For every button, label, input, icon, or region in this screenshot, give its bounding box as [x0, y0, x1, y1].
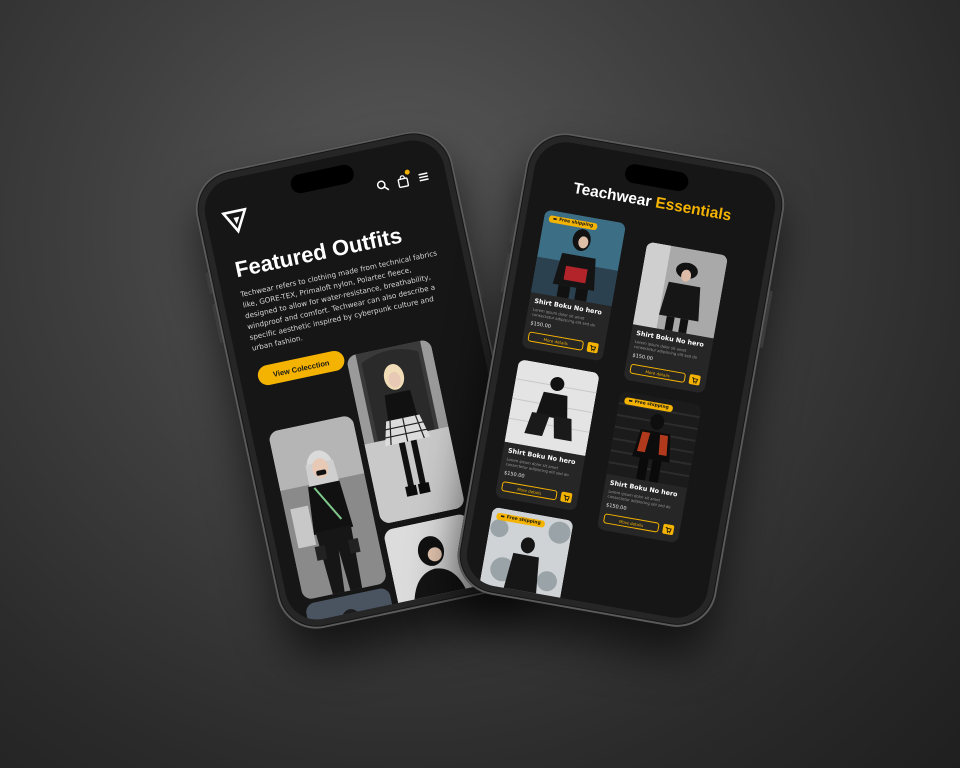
header-icons [374, 167, 431, 191]
screen-essentials: Teachwear Essentials ▬ Free shipping Shi… [461, 137, 781, 623]
add-to-cart-icon[interactable] [560, 491, 573, 504]
view-collection-button[interactable]: View Colecction [255, 349, 347, 387]
product-price: $150.00 [605, 502, 627, 512]
product-image [504, 358, 600, 456]
search-icon[interactable] [374, 176, 390, 191]
phone-right: Teachwear Essentials ▬ Free shipping Shi… [451, 126, 791, 634]
truck-icon: ▬ [628, 398, 634, 405]
add-to-cart-icon[interactable] [688, 373, 701, 386]
product-price: $150.00 [503, 470, 525, 480]
product-image [632, 241, 729, 339]
product-card[interactable]: Shirt Boku No hero Lorem ipsum dolor sit… [494, 358, 600, 512]
add-to-cart-icon[interactable] [661, 523, 675, 536]
product-card[interactable]: ▬ Free shipping [468, 506, 574, 623]
product-card[interactable]: ▬ Free shipping Shirt Boku No hero Lorem… [596, 391, 702, 544]
dynamic-island [623, 162, 690, 193]
more-details-button[interactable]: More details [629, 363, 687, 384]
truck-icon: ▬ [500, 514, 506, 520]
more-details-button[interactable]: More details [602, 513, 660, 533]
title-accent-part: Essentials [654, 194, 733, 225]
triangle-v-logo[interactable] [220, 206, 252, 237]
bag-icon[interactable] [395, 169, 411, 189]
cart-badge [404, 169, 411, 176]
menu-icon[interactable] [415, 167, 430, 182]
product-price: $150.00 [529, 320, 552, 330]
more-details-button[interactable]: More details [500, 480, 558, 501]
product-price: $150.00 [631, 352, 654, 363]
product-card[interactable]: Shirt Boku No hero Lorem ipsum dolor sit… [623, 241, 729, 394]
more-details-button[interactable]: More details [527, 331, 585, 351]
product-card[interactable]: ▬ Free shipping Shirt Boku No hero Lorem… [521, 209, 627, 362]
add-to-cart-icon[interactable] [586, 341, 599, 354]
truck-icon: ▬ [552, 216, 558, 223]
dynamic-island [288, 163, 356, 195]
